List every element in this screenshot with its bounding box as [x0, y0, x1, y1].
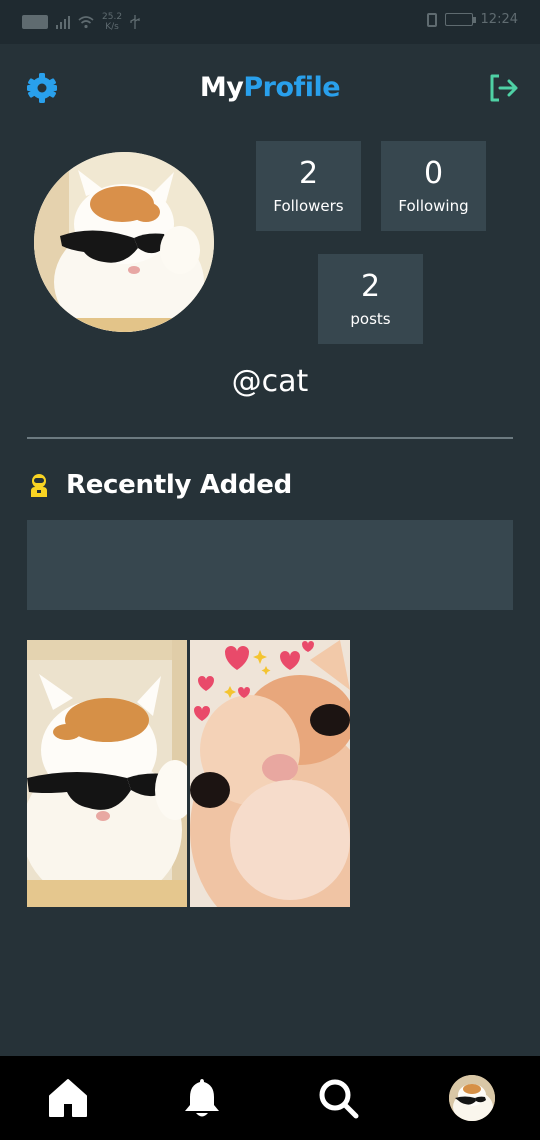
title-part-profile: Profile	[243, 72, 341, 103]
logout-icon[interactable]	[488, 72, 520, 104]
page-title: MyProfile	[0, 72, 540, 103]
cat-hearts-image	[190, 640, 350, 907]
recently-added-title: Recently Added	[66, 470, 292, 500]
recently-added-header: Recently Added	[27, 470, 292, 500]
app-header: MyProfile	[0, 44, 540, 134]
avatar	[449, 1075, 495, 1121]
post-thumbnail[interactable]	[27, 640, 187, 907]
cat-sunglasses-image	[34, 152, 214, 332]
network-speed: 25.2 K/s	[102, 12, 123, 32]
posts-stat: 2 posts	[318, 254, 423, 344]
battery-icon	[444, 13, 476, 26]
title-part-my: My	[199, 72, 244, 103]
nav-profile-avatar[interactable]	[449, 1075, 495, 1121]
bottom-navigation	[0, 1056, 540, 1140]
cat-sunglasses-image	[27, 640, 187, 907]
posts-count: 2	[360, 269, 381, 304]
bell-icon[interactable]	[178, 1074, 226, 1122]
status-bar: 25.2 K/s 100 12:24	[0, 0, 540, 44]
following-stat[interactable]: 0 Following	[381, 141, 486, 231]
post-thumbnail[interactable]	[190, 640, 350, 907]
usb-icon	[130, 15, 140, 29]
search-icon[interactable]	[314, 1074, 362, 1122]
profile-avatar[interactable]	[34, 152, 214, 332]
posts-label: posts	[350, 310, 391, 328]
signal-icon	[56, 15, 70, 29]
notification-badge-icon	[22, 15, 48, 29]
followers-stat[interactable]: 2 Followers	[256, 141, 361, 231]
followers-label: Followers	[273, 197, 344, 215]
divider	[27, 437, 513, 439]
following-count: 0	[423, 156, 444, 191]
username: @cat	[231, 364, 309, 399]
home-icon[interactable]	[44, 1074, 92, 1122]
followers-count: 2	[298, 156, 319, 191]
vibrate-icon	[426, 12, 437, 27]
recent-placeholder	[27, 520, 513, 610]
clock: 12:24	[480, 12, 518, 27]
astronaut-icon	[31, 474, 47, 497]
wifi-icon	[78, 16, 94, 29]
following-label: Following	[398, 197, 469, 215]
